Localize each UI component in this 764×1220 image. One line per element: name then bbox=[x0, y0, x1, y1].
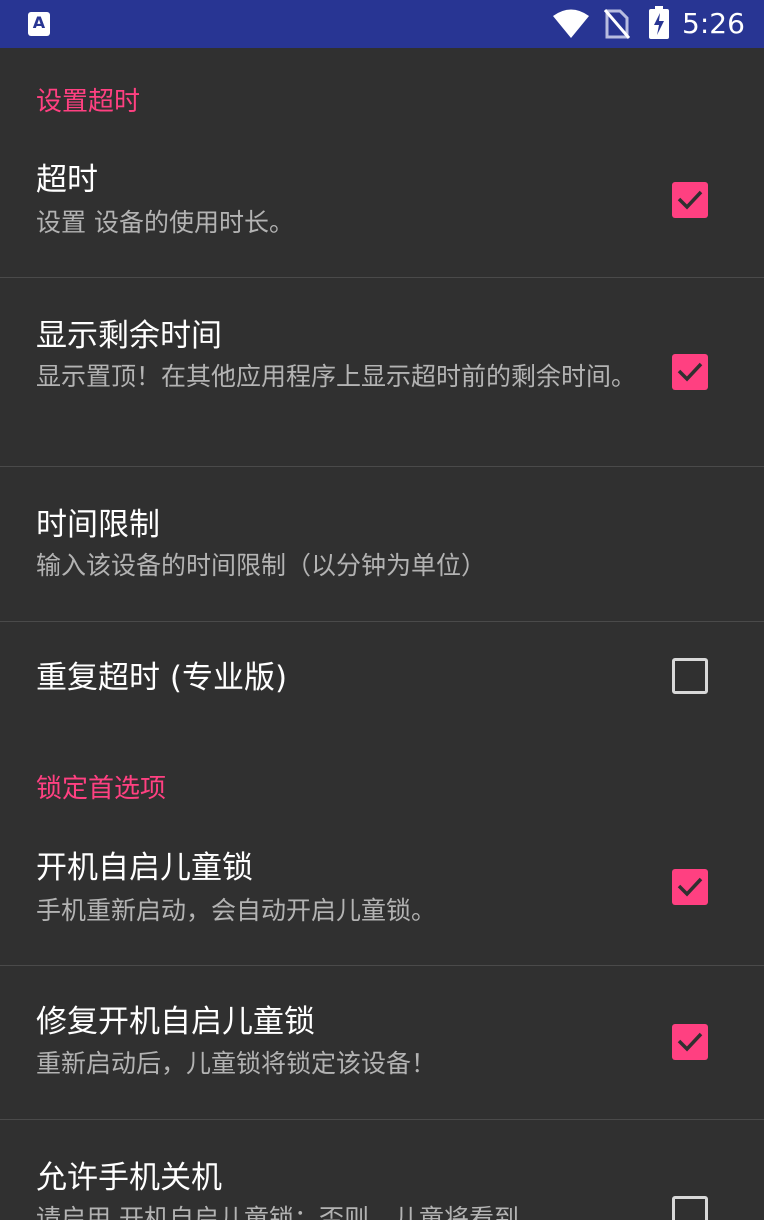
no-sim-icon bbox=[604, 9, 630, 39]
section-header-lock-preferences: 锁定首选项 bbox=[36, 774, 167, 804]
app-notification-icon: A bbox=[28, 12, 50, 36]
status-bar: A 5:26 bbox=[0, 0, 764, 48]
allow-shutdown-checkbox[interactable] bbox=[672, 1196, 708, 1220]
pref-summary: 显示置顶！在其他应用程序上显示超时前的剩余时间。 bbox=[36, 362, 637, 391]
pref-title: 修复开机自启儿童锁 bbox=[36, 1004, 315, 1040]
pref-title: 允许手机关机 bbox=[36, 1160, 222, 1196]
check-icon bbox=[677, 1032, 703, 1052]
pref-title: 重复超时 (专业版) bbox=[36, 660, 288, 696]
show-remaining-time-checkbox[interactable] bbox=[672, 354, 708, 390]
pref-title: 开机自启儿童锁 bbox=[36, 850, 253, 886]
pref-summary: 手机重新启动，会自动开启儿童锁。 bbox=[36, 896, 437, 925]
status-clock: 5:26 bbox=[682, 7, 745, 40]
pref-item-time-limit[interactable]: 时间限制 输入该设备的时间限制（以分钟为单位） bbox=[0, 467, 764, 621]
battery-charging-icon bbox=[649, 6, 669, 39]
pref-title: 时间限制 bbox=[36, 507, 160, 543]
check-icon bbox=[677, 190, 703, 210]
check-icon bbox=[677, 362, 703, 382]
pref-title: 显示剩余时间 bbox=[36, 318, 222, 354]
app-icon-letter: A bbox=[32, 13, 46, 32]
pref-title: 超时 bbox=[36, 162, 98, 198]
check-icon bbox=[677, 877, 703, 897]
pref-summary: 输入该设备的时间限制（以分钟为单位） bbox=[36, 551, 487, 580]
wifi-icon bbox=[553, 9, 589, 38]
pref-item-allow-shutdown[interactable]: 允许手机关机 请启用 开机自启儿童锁；否则，儿童将看到 bbox=[0, 1120, 764, 1220]
fix-start-on-boot-checkbox[interactable] bbox=[672, 1024, 708, 1060]
pref-item-fix-start-on-boot[interactable]: 修复开机自启儿童锁 重新启动后，儿童锁将锁定该设备！ bbox=[0, 966, 764, 1119]
section-header-timeout: 设置超时 bbox=[36, 87, 141, 117]
timeout-checkbox[interactable] bbox=[672, 182, 708, 218]
repeat-timeout-checkbox[interactable] bbox=[672, 658, 708, 694]
pref-item-start-on-boot[interactable]: 开机自启儿童锁 手机重新启动，会自动开启儿童锁。 bbox=[0, 828, 764, 965]
pref-summary: 设置 设备的使用时长。 bbox=[36, 208, 294, 237]
pref-item-repeat-timeout[interactable]: 重复超时 (专业版) bbox=[0, 622, 764, 734]
pref-item-show-remaining-time[interactable]: 显示剩余时间 显示置顶！在其他应用程序上显示超时前的剩余时间。 bbox=[0, 278, 764, 466]
pref-item-timeout[interactable]: 超时 设置 设备的使用时长。 bbox=[0, 140, 764, 277]
start-on-boot-checkbox[interactable] bbox=[672, 869, 708, 905]
pref-summary: 重新启动后，儿童锁将锁定该设备！ bbox=[36, 1049, 437, 1078]
pref-summary: 请启用 开机自启儿童锁；否则，儿童将看到 bbox=[36, 1204, 519, 1220]
